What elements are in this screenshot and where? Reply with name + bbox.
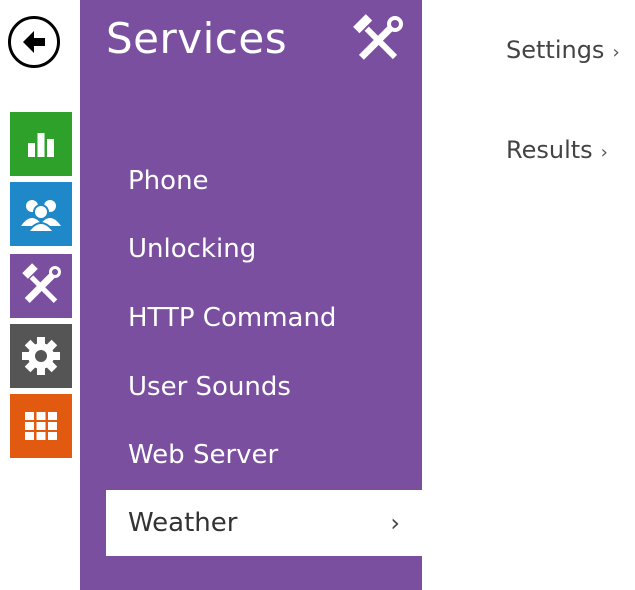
menu-item-label: HTTP Command: [128, 303, 337, 333]
chevron-right-icon: ›: [390, 509, 400, 537]
back-button[interactable]: [8, 16, 60, 68]
bar-chart-icon: [28, 133, 54, 157]
menu-item-label: Phone: [128, 166, 209, 196]
tools-icon: [353, 14, 403, 60]
settings-link-label: Settings: [506, 36, 605, 64]
menu-item-label: Weather: [128, 508, 238, 538]
menu-item-http-command[interactable]: HTTP Command: [106, 285, 422, 351]
chevron-right-icon: ›: [612, 42, 620, 63]
rail-system[interactable]: [10, 394, 72, 458]
menu-item-phone[interactable]: Phone: [106, 148, 422, 214]
grid-icon: [25, 412, 57, 440]
gear-icon: [22, 337, 60, 375]
settings-link[interactable]: Settings ›: [506, 36, 620, 64]
results-link[interactable]: Results ›: [506, 136, 608, 164]
back-arrow-icon: [23, 31, 45, 53]
rail-services[interactable]: [10, 254, 72, 318]
menu-item-label: User Sounds: [128, 372, 291, 402]
chevron-right-icon: ›: [600, 142, 608, 163]
rail-directory[interactable]: [10, 182, 72, 246]
menu-item-weather[interactable]: Weather ›: [106, 490, 422, 556]
menu-item-label: Web Server: [128, 440, 279, 470]
services-sidebar: Services Phone Unlocking HTTP Command Us…: [80, 0, 422, 590]
menu-item-user-sounds[interactable]: User Sounds: [106, 354, 422, 420]
rail-status[interactable]: [10, 112, 72, 176]
menu-item-label: Unlocking: [128, 234, 257, 264]
page-title: Services: [106, 14, 288, 63]
menu-item-web-server[interactable]: Web Server: [106, 422, 422, 488]
tools-icon: [22, 263, 61, 303]
results-link-label: Results: [506, 136, 593, 164]
users-icon: [21, 200, 61, 233]
rail-hardware[interactable]: [10, 324, 72, 388]
menu-item-unlocking[interactable]: Unlocking: [106, 216, 422, 282]
